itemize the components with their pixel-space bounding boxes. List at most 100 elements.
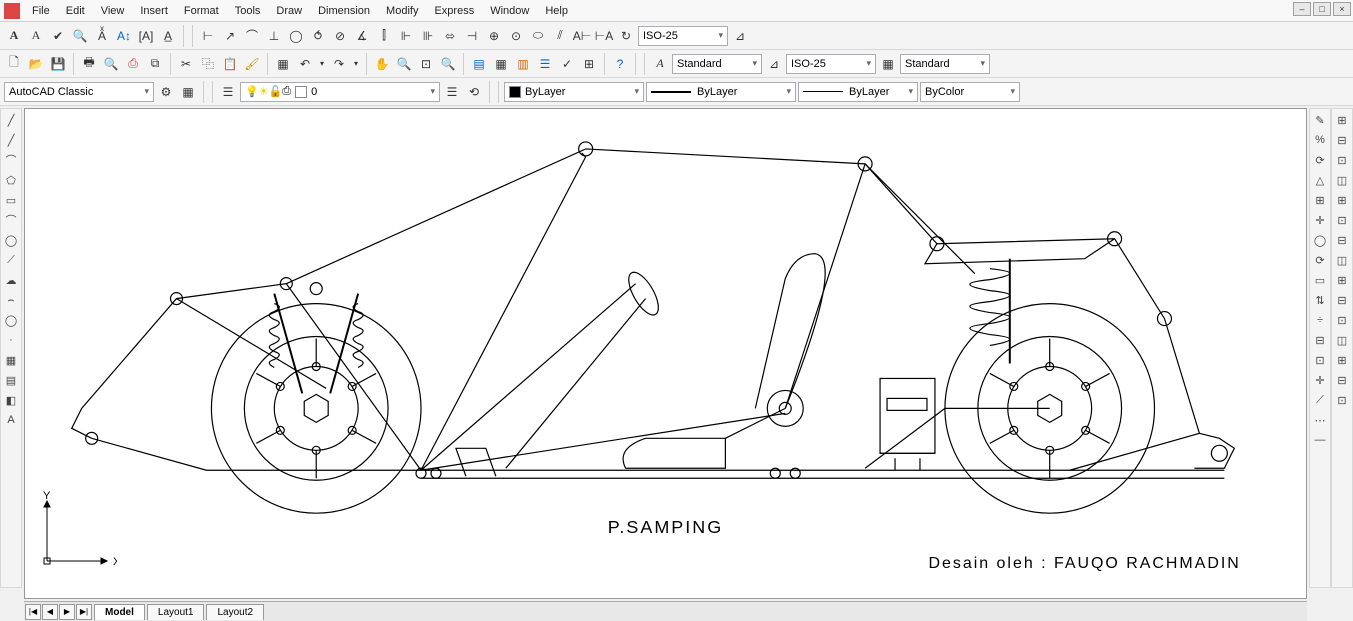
matchprop-icon[interactable]: 🖌 (242, 54, 262, 74)
restore-button[interactable]: □ (1313, 2, 1331, 16)
dimstyle-btn-icon[interactable]: ⊿ (764, 54, 784, 74)
find-icon[interactable]: 🔍 (70, 26, 90, 46)
markup-icon[interactable]: ✓ (557, 54, 577, 74)
plotstyle-dropdown[interactable]: ByColor (920, 82, 1020, 102)
modify-btn-14[interactable]: ⟋ (1311, 391, 1329, 409)
design-center-icon[interactable]: ▦ (491, 54, 511, 74)
zoom-win-icon[interactable]: ⊡ (416, 54, 436, 74)
minimize-button[interactable]: – (1293, 2, 1311, 16)
new-icon[interactable]: 🗋 (4, 54, 24, 74)
jogged-linear-icon[interactable]: ⫽ (550, 26, 570, 46)
open-icon[interactable]: 📂 (26, 54, 46, 74)
copy-icon[interactable]: ⿻ (198, 54, 218, 74)
menu-modify[interactable]: Modify (378, 3, 426, 19)
quickcalc-icon[interactable]: ⊞ (579, 54, 599, 74)
draw-btn-6[interactable]: ◯ (2, 231, 20, 249)
textstyle-btn-icon[interactable]: A (650, 54, 670, 74)
modify-btn-7[interactable]: ⟳ (1311, 251, 1329, 269)
order-btn-1[interactable]: ⊟ (1333, 131, 1351, 149)
drawing-canvas[interactable]: P.SAMPING Desain oleh : FAUQO RACHMADIN … (24, 108, 1307, 599)
paste-icon[interactable]: 📋 (220, 54, 240, 74)
draw-btn-7[interactable]: ⟋ (2, 251, 20, 269)
order-btn-0[interactable]: ⊞ (1333, 111, 1351, 129)
workspace-settings-icon[interactable]: ⚙ (156, 82, 176, 102)
menu-express[interactable]: Express (426, 3, 482, 19)
center-mark-icon[interactable]: ⊙ (506, 26, 526, 46)
dim-aligned-icon[interactable]: ↗ (220, 26, 240, 46)
lineweight-dropdown[interactable]: ByLayer (798, 82, 918, 102)
draw-btn-10[interactable]: ◯ (2, 311, 20, 329)
modify-btn-1[interactable]: % (1311, 131, 1329, 149)
zoom-prev-icon[interactable]: 🔍 (438, 54, 458, 74)
modify-btn-0[interactable]: ✎ (1311, 111, 1329, 129)
tab-model[interactable]: Model (94, 604, 145, 620)
help-icon[interactable]: ? (610, 54, 630, 74)
tab-nav-next[interactable]: ▶ (59, 604, 75, 620)
dim-diameter-icon[interactable]: ⊘ (330, 26, 350, 46)
redo-list-icon[interactable]: ▾ (351, 54, 361, 74)
dimstyle-dropdown[interactable]: ISO-25 (638, 26, 728, 46)
layer-states-icon[interactable]: ☰ (442, 82, 462, 102)
plot-icon[interactable]: 🖶 (79, 54, 99, 74)
modify-btn-2[interactable]: ⟳ (1311, 151, 1329, 169)
dim-linear-icon[interactable]: ⊢ (198, 26, 218, 46)
preview-icon[interactable]: 🔍 (101, 54, 121, 74)
modify-btn-4[interactable]: ⊞ (1311, 191, 1329, 209)
draw-btn-13[interactable]: ▤ (2, 371, 20, 389)
quick-dim-icon[interactable]: ⫿ (374, 26, 394, 46)
dim-break-icon[interactable]: ⊣ (462, 26, 482, 46)
dim-arc-icon[interactable]: ⌒ (242, 26, 262, 46)
modify-btn-9[interactable]: ⇅ (1311, 291, 1329, 309)
draw-btn-1[interactable]: ╱ (2, 131, 20, 149)
menu-help[interactable]: Help (537, 3, 576, 19)
draw-btn-15[interactable]: A (2, 411, 20, 429)
modify-btn-3[interactable]: △ (1311, 171, 1329, 189)
dim-edit-icon[interactable]: A⊢ (572, 26, 592, 46)
modify-btn-11[interactable]: ⊟ (1311, 331, 1329, 349)
menu-file[interactable]: File (24, 3, 58, 19)
layer-dropdown[interactable]: 💡 ☀ 🔓 ⎙ 0 (240, 82, 440, 102)
dim-space-icon[interactable]: ⬄ (440, 26, 460, 46)
sheetset-icon[interactable]: ☰ (535, 54, 555, 74)
color-dropdown[interactable]: ByLayer (504, 82, 644, 102)
text-icon[interactable]: A (26, 26, 46, 46)
dim-update-icon[interactable]: ↻ (616, 26, 636, 46)
tab-layout1[interactable]: Layout1 (147, 604, 205, 620)
menu-view[interactable]: View (93, 3, 133, 19)
draw-btn-3[interactable]: ⬠ (2, 171, 20, 189)
modify-btn-13[interactable]: ✛ (1311, 371, 1329, 389)
tab-nav-last[interactable]: ▶| (76, 604, 92, 620)
tool-palettes-icon[interactable]: ▥ (513, 54, 533, 74)
dimstyle-control-icon[interactable]: ⊿ (730, 26, 750, 46)
spellcheck-icon[interactable]: ✔ (48, 26, 68, 46)
draw-btn-0[interactable]: ╱ (2, 111, 20, 129)
modify-btn-10[interactable]: ÷ (1311, 311, 1329, 329)
menu-window[interactable]: Window (482, 3, 537, 19)
draw-btn-14[interactable]: ◧ (2, 391, 20, 409)
3ddwf-icon[interactable]: ⧉ (145, 54, 165, 74)
order-btn-12[interactable]: ⊞ (1333, 351, 1351, 369)
draw-btn-2[interactable]: ⌒ (2, 151, 20, 169)
tab-layout2[interactable]: Layout2 (206, 604, 264, 620)
draw-btn-8[interactable]: ☁ (2, 271, 20, 289)
order-btn-10[interactable]: ⊡ (1333, 311, 1351, 329)
modify-btn-5[interactable]: ✛ (1311, 211, 1329, 229)
tab-nav-first[interactable]: |◀ (25, 604, 41, 620)
order-btn-14[interactable]: ⊡ (1333, 391, 1351, 409)
order-btn-4[interactable]: ⊞ (1333, 191, 1351, 209)
zoom-rt-icon[interactable]: 🔍 (394, 54, 414, 74)
workspace-dropdown[interactable]: AutoCAD Classic (4, 82, 154, 102)
my-workspace-icon[interactable]: ▦ (178, 82, 198, 102)
draw-btn-12[interactable]: ▦ (2, 351, 20, 369)
order-btn-7[interactable]: ◫ (1333, 251, 1351, 269)
draw-btn-4[interactable]: ▭ (2, 191, 20, 209)
undo-icon[interactable]: ↶ (295, 54, 315, 74)
tablestyle-dropdown[interactable]: Standard (900, 54, 990, 74)
layer-previous-icon[interactable]: ⟲ (464, 82, 484, 102)
dim-ordinate-icon[interactable]: ⊥ (264, 26, 284, 46)
textstyle-dropdown[interactable]: Standard (672, 54, 762, 74)
order-btn-2[interactable]: ⊡ (1333, 151, 1351, 169)
draw-btn-5[interactable]: ⌒ (2, 211, 20, 229)
order-btn-6[interactable]: ⊟ (1333, 231, 1351, 249)
properties-icon[interactable]: ▤ (469, 54, 489, 74)
